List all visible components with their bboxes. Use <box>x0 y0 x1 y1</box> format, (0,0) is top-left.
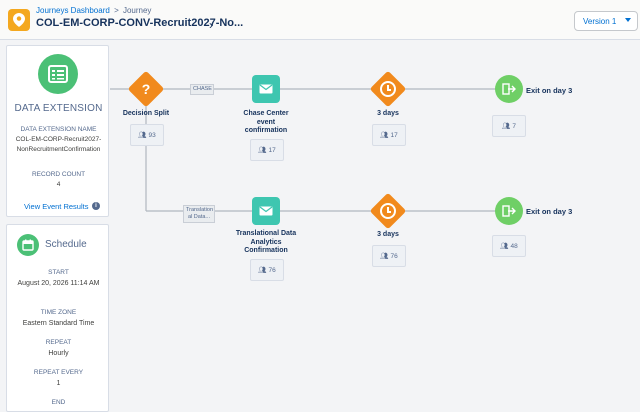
clock-icon <box>380 81 396 97</box>
schedule-title: Schedule <box>45 239 87 250</box>
wait-1-count-box[interactable]: 👥︎ 17 <box>372 124 406 146</box>
wait-2-count-box[interactable]: 👥︎ 76 <box>372 245 406 267</box>
email-activity-translational[interactable] <box>252 197 280 225</box>
wait-activity-1[interactable] <box>369 70 407 108</box>
repeat-value: Hourly <box>48 350 69 357</box>
contacts-icon: 👥︎ <box>500 243 509 250</box>
exit-2-label: Exit on day 3 <box>526 207 573 216</box>
repeat-every-value: 1 <box>56 380 61 387</box>
decision-count: 93 <box>148 131 156 139</box>
envelope-icon <box>259 206 273 216</box>
envelope-icon <box>259 84 273 94</box>
email-chase-count-box[interactable]: 👥︎ 17 <box>250 139 284 161</box>
contacts-icon: 👥︎ <box>258 267 267 274</box>
path-tag-chase[interactable]: CHASE <box>190 84 214 95</box>
path-tag-translational[interactable]: Translation al Data... <box>183 205 215 223</box>
wait-2-count: 76 <box>390 252 398 260</box>
record-count-label: RECORD COUNT <box>31 171 86 178</box>
version-label: Version 1 <box>583 16 617 26</box>
end-label: END <box>51 399 66 406</box>
wait-1-label: 3 days <box>377 110 399 117</box>
calendar-icon <box>17 234 39 256</box>
wait-2-label: 3 days <box>377 231 399 238</box>
contacts-icon: 👥︎ <box>380 132 389 139</box>
journey-map-pin-icon <box>8 9 30 31</box>
contacts-icon: 👥︎ <box>138 132 147 139</box>
email-translational-count: 76 <box>268 266 276 274</box>
breadcrumb-journey: Journey <box>122 6 152 15</box>
decision-split-label: Decision Split <box>122 110 170 117</box>
de-name-value: COL-EM-CORP-Recruit2027-NonRecruitmentCo… <box>15 136 102 153</box>
de-name-label: DATA EXTENSION NAME <box>20 126 97 133</box>
exit-2-count: 48 <box>510 242 518 250</box>
timezone-value: Eastern Standard Time <box>22 320 95 327</box>
exit-1-label: Exit on day 3 <box>526 86 573 95</box>
data-extension-panel: DATA EXTENSION DATA EXTENSION NAME COL-E… <box>6 45 109 217</box>
journey-canvas: ? Decision Split 👥︎ 93 CHASE Translation… <box>110 40 640 412</box>
email-translational-count-box[interactable]: 👥︎ 76 <box>250 259 284 281</box>
breadcrumb-journeys-dashboard[interactable]: Journeys Dashboard <box>36 6 110 15</box>
clock-icon <box>380 203 396 219</box>
caret-down-icon <box>625 18 631 22</box>
info-icon[interactable]: i <box>92 202 100 210</box>
data-extension-title: DATA EXTENSION <box>14 103 103 114</box>
version-dropdown[interactable]: Version 1 <box>574 11 638 31</box>
contacts-icon: 👥︎ <box>502 123 511 130</box>
question-mark-icon: ? <box>141 81 151 97</box>
timezone-label: TIME ZONE <box>40 309 77 316</box>
exit-activity-2[interactable] <box>495 197 523 225</box>
start-value: August 20, 2026 11:14 AM <box>17 280 100 287</box>
exit-1-count-box[interactable]: 👥︎ 7 <box>492 115 526 137</box>
contacts-icon: 👥︎ <box>380 253 389 260</box>
repeat-label: REPEAT <box>45 339 72 346</box>
decision-split-node[interactable]: ? <box>127 70 165 108</box>
wait-1-count: 17 <box>390 131 398 139</box>
decision-count-box[interactable]: 👥︎ 93 <box>130 124 164 146</box>
record-count-value: 4 <box>56 181 61 188</box>
contacts-icon: 👥︎ <box>258 147 267 154</box>
journey-header: Journeys Dashboard > Journey COL-EM-CORP… <box>0 0 640 40</box>
exit-door-icon <box>502 205 516 217</box>
breadcrumb-separator: > <box>114 6 119 15</box>
email-activity-chase[interactable] <box>252 75 280 103</box>
chevron-right-icon[interactable]: › <box>209 18 213 32</box>
view-event-results-link[interactable]: View Event Results <box>24 202 88 211</box>
repeat-every-label: REPEAT EVERY <box>33 369 84 376</box>
exit-2-count-box[interactable]: 👥︎ 48 <box>492 235 526 257</box>
exit-door-icon <box>502 83 516 95</box>
email-chase-count: 17 <box>268 146 276 154</box>
email-translational-label: Translational Data Analytics Confirmatio… <box>235 230 297 254</box>
schedule-panel: Schedule START August 20, 2026 11:14 AM … <box>6 224 109 412</box>
email-chase-label: Chase Center event confirmation <box>243 110 289 134</box>
data-extension-list-icon <box>38 54 78 94</box>
exit-1-count: 7 <box>512 122 516 130</box>
start-label: START <box>48 269 69 276</box>
exit-activity-1[interactable] <box>495 75 523 103</box>
breadcrumb: Journeys Dashboard > Journey <box>36 6 151 15</box>
wait-activity-2[interactable] <box>369 192 407 230</box>
